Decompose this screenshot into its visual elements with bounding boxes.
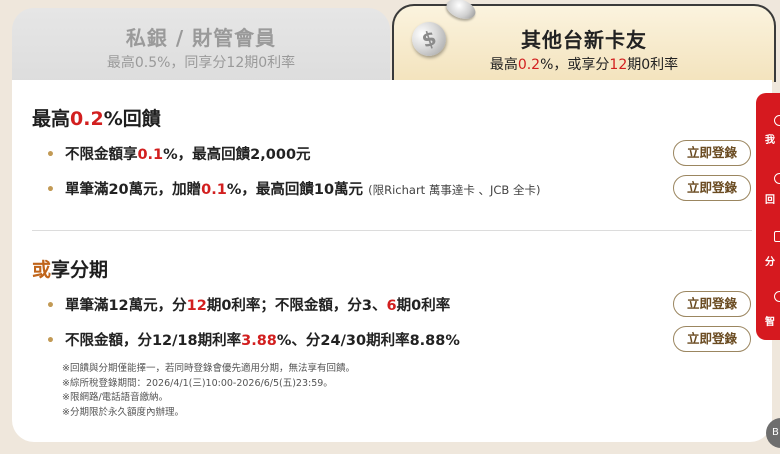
offer-text: 不限金額，分12/18期利率 xyxy=(64,333,242,349)
tab-title: 私銀 / 財管會員 xyxy=(125,26,277,50)
bullet-icon: • xyxy=(46,333,55,349)
rebate-icon xyxy=(774,173,780,184)
offer-text: %、分24/30期利率8.88% xyxy=(276,333,460,349)
offer-item: • 單筆滿20萬元，加贈0.1%，最高回饋10萬元 (限Richart 萬事達卡 … xyxy=(46,178,540,199)
offer-number: 6 xyxy=(386,298,397,314)
offer-text: 單筆滿20萬元，加贈 xyxy=(64,182,202,198)
offer-card: 最高0.2%回饋 • 不限金額享0.1%，最高回饋2,000元 立即登錄 • 單筆滿… xyxy=(12,80,772,442)
tab-subtitle: 最高0.2%，或享分12期0利率 xyxy=(394,54,774,74)
floating-sidebar: 我 回 分 智 xyxy=(756,93,780,340)
note-line: ※限網路/電話語音繳納。 xyxy=(62,392,169,403)
section-title-installment: 或享分期 xyxy=(32,255,108,282)
subtitle-text: %，或享分 xyxy=(540,57,610,73)
offer-text: 單筆滿12萬元，分 xyxy=(64,298,187,314)
smart-icon xyxy=(774,291,780,302)
tab-subtitle: 最高0.5%，同享分12期0利率 xyxy=(106,55,296,71)
title-text: %回饋 xyxy=(103,108,161,130)
installment-icon xyxy=(774,231,780,242)
tab-private-bank-members[interactable]: 私銀 / 財管會員 最高0.5%，同享分12期0利率 xyxy=(12,8,390,90)
sidebar-item-label[interactable]: 我 xyxy=(765,131,775,146)
offer-text: 期0利率；不限金額，分3、 xyxy=(206,298,387,314)
offer-text: 不限金額享 xyxy=(64,147,138,163)
offer-number: 12 xyxy=(186,298,207,314)
offer-rate: 0.1 xyxy=(137,147,164,163)
bullet-icon: • xyxy=(46,182,55,198)
subtitle-text: 期0利率 xyxy=(627,57,679,73)
offer-item: • 不限金額享0.1%，最高回饋2,000元 xyxy=(46,143,311,164)
offer-rate: 0.1 xyxy=(201,182,227,198)
terms-notes: ※回饋與分期僅能擇一，若同時登錄會優先適用分期，無法享有回饋。 ※綜所稅登錄期間… xyxy=(62,362,355,420)
note-line: ※綜所稅登錄期間：2026/4/1(三)10:00-2026/6/5(五)23:… xyxy=(62,377,333,389)
bullet-icon: • xyxy=(46,147,55,163)
note-line: ※回饋與分期僅能擇一，若同時登錄會優先適用分期，無法享有回饋。 xyxy=(62,363,355,374)
subtitle-rate: 0.2 xyxy=(517,57,541,73)
register-button[interactable]: 立即登錄 xyxy=(673,291,751,317)
offer-item: • 單筆滿12萬元，分12期0利率；不限金額，分3、6期0利率 xyxy=(46,294,450,315)
section-divider xyxy=(32,230,752,231)
sidebar-item-label[interactable]: 回 xyxy=(765,191,775,206)
offer-item: • 不限金額，分12/18期利率3.88%、分24/30期利率8.88% xyxy=(46,329,460,350)
title-rate: 0.2 xyxy=(70,108,104,130)
register-button[interactable]: 立即登錄 xyxy=(673,326,751,352)
offer-text: 期0利率 xyxy=(396,298,451,314)
tab-other-cardholders[interactable]: 其他台新卡友 最高0.2%，或享分12期0利率 xyxy=(392,4,776,82)
user-icon xyxy=(774,115,780,126)
offer-text: %，最高回饋10萬元 xyxy=(226,182,364,198)
offer-text: %，最高回饋2,000元 xyxy=(163,147,311,163)
offer-rate: 3.88 xyxy=(241,333,277,349)
section-title-rebate: 最高0.2%回饋 xyxy=(32,104,161,131)
offer-note: (限Richart 萬事達卡 、JCB 全卡) xyxy=(368,183,541,197)
note-line: ※分期限於永久額度內辦理。 xyxy=(62,406,184,418)
title-text: 享分期 xyxy=(51,259,109,281)
register-button[interactable]: 立即登錄 xyxy=(673,175,751,201)
subtitle-number: 12 xyxy=(609,57,628,73)
sidebar-item-label[interactable]: 分 xyxy=(765,253,775,268)
sidebar-item-label[interactable]: 智 xyxy=(765,313,775,328)
title-text: 或 xyxy=(32,259,52,281)
subtitle-text: 最高 xyxy=(489,57,518,73)
register-button[interactable]: 立即登錄 xyxy=(673,140,751,166)
bullet-icon: • xyxy=(46,298,55,314)
tab-title: 其他台新卡友 xyxy=(521,28,647,52)
title-text: 最高 xyxy=(32,108,71,130)
